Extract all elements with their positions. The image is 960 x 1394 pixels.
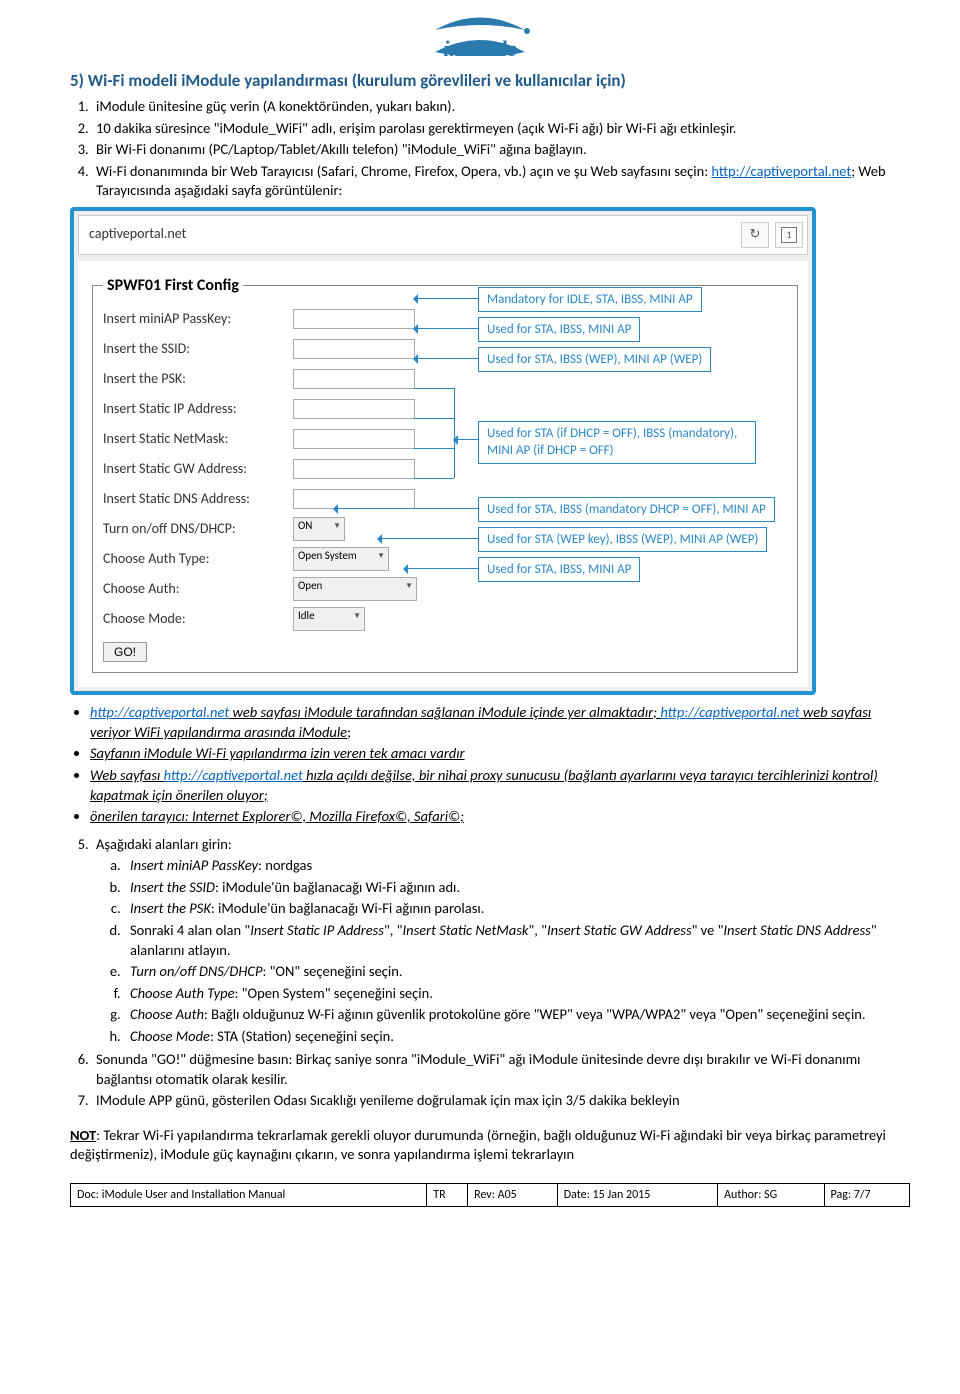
step-5f: Choose Auth Type: "Open System" seçeneği… (124, 984, 910, 1004)
bullet-2: Sayfanın iModule Wi-Fi yapılandırma izin… (90, 744, 910, 764)
bullet-1: http://captiveportal.net web sayfası iMo… (90, 703, 910, 742)
reload-icon[interactable]: ↻ (741, 222, 769, 248)
annot-3: Used for STA, IBSS (WEP), MINI AP (WEP) (478, 347, 711, 373)
step-5g: Choose Auth: Bağlı olduğunuz W-Fi ağının… (124, 1005, 910, 1025)
bullet-3: Web sayfası http://captiveportal.net hız… (90, 766, 910, 805)
select-authtype[interactable]: Open System (293, 547, 389, 571)
select-dnsdhcp[interactable]: ON (293, 517, 345, 541)
footer-lang: TR (427, 1183, 468, 1206)
brand-logo: imodule (415, 10, 545, 91)
input-gw[interactable] (293, 459, 415, 479)
annot-2: Used for STA, IBSS, MINI AP (478, 317, 640, 343)
step-5a: Insert miniAP PassKey: nordgas (124, 856, 910, 876)
annot-6: Used for STA (WEP key), IBSS (WEP), MINI… (478, 527, 767, 553)
label-gw: Insert Static GW Address: (103, 460, 293, 479)
step-5d: Sonraki 4 alan olan "Insert Static IP Ad… (124, 921, 910, 960)
footer-rev: Rev: A05 (468, 1183, 558, 1206)
label-mode: Choose Mode: (103, 610, 293, 629)
label-dns: Insert Static DNS Address: (103, 490, 293, 509)
bullet-4: önerilen tarayıcı: Internet Explorer©, M… (90, 807, 910, 827)
label-authtype: Choose Auth Type: (103, 550, 293, 569)
input-dns[interactable] (293, 489, 415, 509)
notes-bullets: http://captiveportal.net web sayfası iMo… (90, 703, 910, 826)
label-psk: Insert the PSK: (103, 370, 293, 389)
captiveportal-link[interactable]: http://captiveportal.net (711, 162, 851, 180)
footer-table: Doc: iModule User and Installation Manua… (70, 1183, 910, 1207)
go-button[interactable]: GO! (103, 642, 147, 662)
step-5b: Insert the SSID: iModule'ün bağlanacağı … (124, 878, 910, 898)
label-dnsdhcp: Turn on/off DNS/DHCP: (103, 520, 293, 539)
annot-1: Mandatory for IDLE, STA, IBSS, MINI AP (478, 287, 702, 313)
tabs-icon[interactable]: 1 (775, 222, 803, 248)
input-ip[interactable] (293, 399, 415, 419)
config-fieldset: SPWF01 First Config Insert miniAP PassKe… (92, 275, 798, 674)
annot-4: Used for STA (if DHCP = OFF), IBSS (mand… (478, 421, 756, 464)
label-netmask: Insert Static NetMask: (103, 430, 293, 449)
step-1: iModule ünitesine güç verin (A konektörü… (92, 97, 910, 117)
logo-text: imodule (443, 36, 516, 61)
label-auth: Choose Auth: (103, 580, 293, 599)
label-ssid: Insert the SSID: (103, 340, 293, 359)
browser-screenshot: captiveportal.net ↻ 1 SPWF01 First Confi… (70, 207, 816, 696)
steps-list-cont: Aşağıdaki alanları girin: Insert miniAP … (70, 835, 910, 1111)
step-5c: Insert the PSK: iModule'ün bağlanacağı W… (124, 899, 910, 919)
input-netmask[interactable] (293, 429, 415, 449)
note-paragraph: NOT: Tekrar Wi-Fi yapılandırma tekrarlam… (70, 1126, 910, 1165)
input-ssid[interactable] (293, 339, 415, 359)
select-auth[interactable]: Open (293, 577, 417, 601)
step-3: Bir Wi-Fi donanımı (PC/Laptop/Tablet/Akı… (92, 140, 910, 160)
select-mode[interactable]: Idle (293, 607, 365, 631)
step-5e: Turn on/off DNS/DHCP: "ON" seçeneğini se… (124, 962, 910, 982)
label-passkey: Insert miniAP PassKey: (103, 310, 293, 329)
step-5: Aşağıdaki alanları girin: Insert miniAP … (92, 835, 910, 1047)
annot-7: Used for STA, IBSS, MINI AP (478, 557, 640, 583)
step-7: IModule APP günü, gösterilen Odası Sıcak… (92, 1091, 910, 1111)
label-ip: Insert Static IP Address: (103, 400, 293, 419)
fieldset-legend: SPWF01 First Config (103, 275, 243, 297)
annot-5: Used for STA, IBSS (mandatory DHCP = OFF… (478, 497, 775, 523)
step-2: 10 dakika süresince "iModule_WiFi" adlı,… (92, 119, 910, 139)
footer-page: Pag: 7/7 (824, 1183, 909, 1206)
input-passkey[interactable] (293, 309, 415, 329)
steps-list: iModule ünitesine güç verin (A konektörü… (70, 97, 910, 201)
footer-date: Date: 15 Jan 2015 (557, 1183, 717, 1206)
step-5h: Choose Mode: STA (Station) seçeneğini se… (124, 1027, 910, 1047)
input-psk[interactable] (293, 369, 415, 389)
url-field[interactable]: captiveportal.net (83, 223, 735, 246)
step-6: Sonunda "GO!" düğmesine basın: Birkaç sa… (92, 1050, 910, 1089)
address-bar-row: captiveportal.net ↻ 1 (78, 215, 808, 255)
footer-doc: Doc: iModule User and Installation Manua… (71, 1183, 427, 1206)
footer-author: Author: SG (718, 1183, 824, 1206)
step-4: Wi-Fi donanımında bir Web Tarayıcısı (Sa… (92, 162, 910, 201)
